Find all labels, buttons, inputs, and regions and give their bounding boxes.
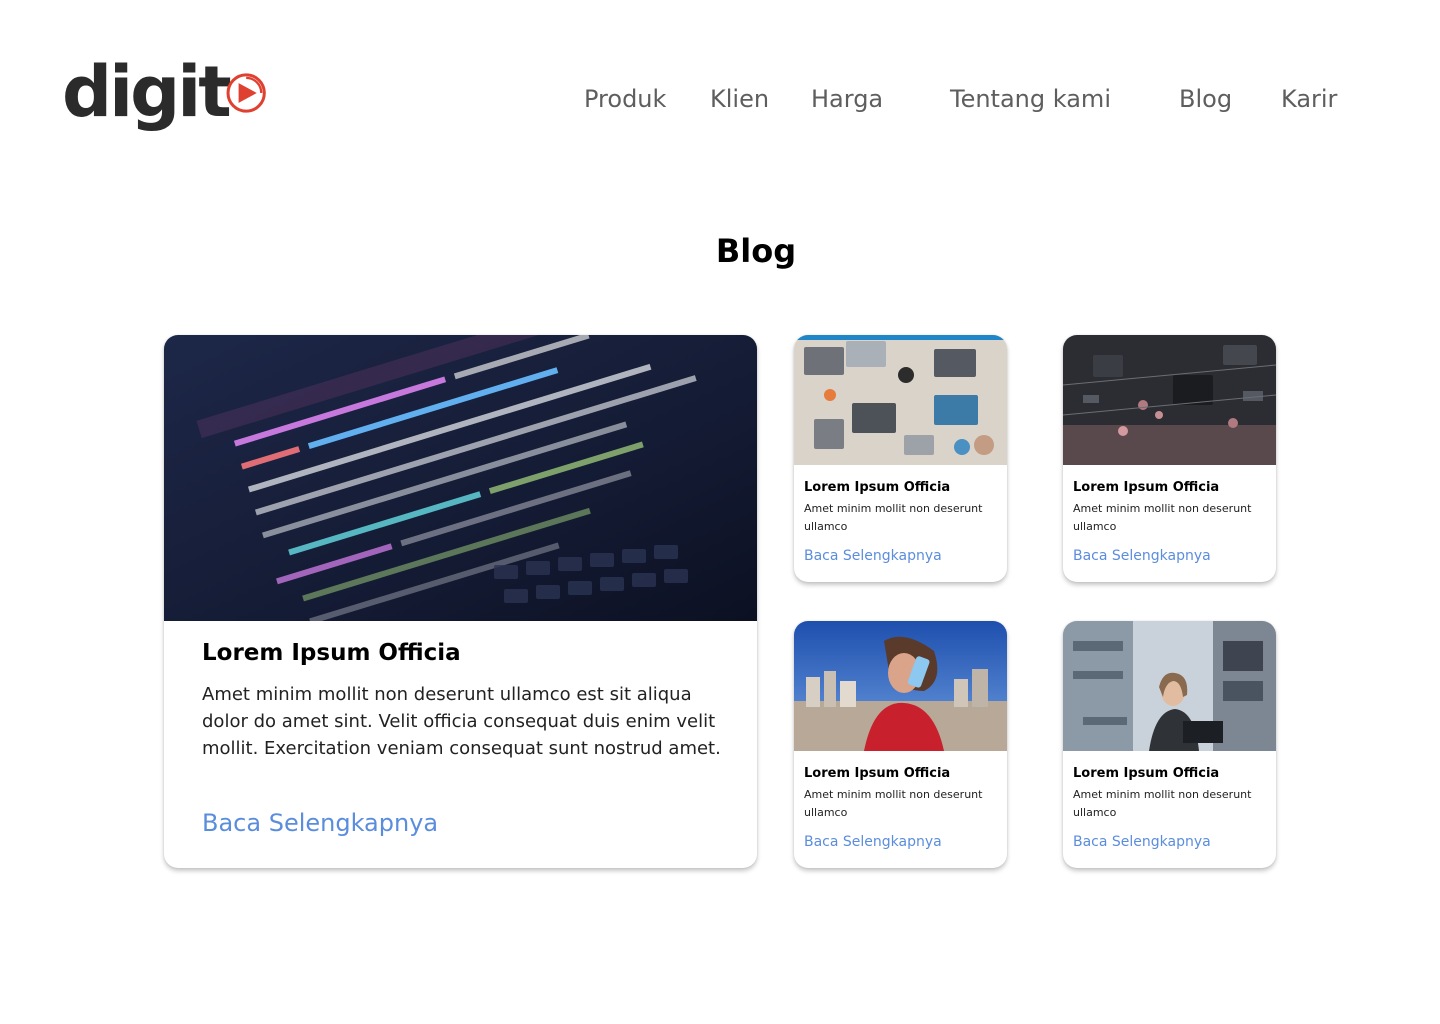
brand-logo[interactable]: digit	[62, 51, 267, 134]
post-card[interactable]: Lorem Ipsum Officia Amet minim mollit no…	[794, 335, 1007, 582]
featured-post-image	[164, 335, 757, 621]
post-image	[1063, 621, 1276, 751]
page-title: Blog	[715, 232, 797, 270]
featured-read-more-link[interactable]: Baca Selengkapnya	[202, 809, 438, 837]
nav-item-tentang-kami[interactable]: Tentang kami	[950, 84, 1111, 114]
post-image	[1063, 335, 1276, 465]
post-card[interactable]: Lorem Ipsum Officia Amet minim mollit no…	[794, 621, 1007, 868]
nav-item-harga[interactable]: Harga	[811, 84, 883, 114]
logo-text: digit	[62, 51, 232, 133]
featured-post-excerpt: Amet minim mollit non deserunt ullamco e…	[202, 684, 721, 759]
post-card[interactable]: Lorem Ipsum Officia Amet minim mollit no…	[1063, 621, 1276, 868]
post-card[interactable]: Lorem Ipsum Officia Amet minim mollit no…	[1063, 335, 1276, 582]
nav-item-klien[interactable]: Klien	[710, 84, 769, 114]
nav-item-blog[interactable]: Blog	[1179, 84, 1232, 114]
post-image	[794, 621, 1007, 751]
post-title: Lorem Ipsum Officia	[1073, 480, 1220, 495]
read-more-link[interactable]: Baca Selengkapnya	[1073, 834, 1211, 850]
post-title: Lorem Ipsum Officia	[1073, 766, 1220, 781]
post-title: Lorem Ipsum Officia	[804, 480, 951, 495]
read-more-link[interactable]: Baca Selengkapnya	[804, 834, 942, 850]
post-image	[794, 335, 1007, 465]
play-icon	[226, 73, 266, 113]
featured-post-title: Lorem Ipsum Officia	[202, 640, 461, 666]
post-excerpt: Amet minim mollit non deserunt ullamco	[1073, 502, 1252, 533]
post-excerpt: Amet minim mollit non deserunt ullamco	[804, 502, 983, 533]
read-more-link[interactable]: Baca Selengkapnya	[804, 548, 942, 564]
nav-item-produk[interactable]: Produk	[584, 84, 666, 114]
post-excerpt: Amet minim mollit non deserunt ullamco	[1073, 788, 1252, 819]
nav-item-karir[interactable]: Karir	[1281, 84, 1337, 114]
post-title: Lorem Ipsum Officia	[804, 766, 951, 781]
read-more-link[interactable]: Baca Selengkapnya	[1073, 548, 1211, 564]
post-excerpt: Amet minim mollit non deserunt ullamco	[804, 788, 983, 819]
featured-post-card[interactable]: Lorem Ipsum Officia Amet minim mollit no…	[164, 335, 757, 868]
